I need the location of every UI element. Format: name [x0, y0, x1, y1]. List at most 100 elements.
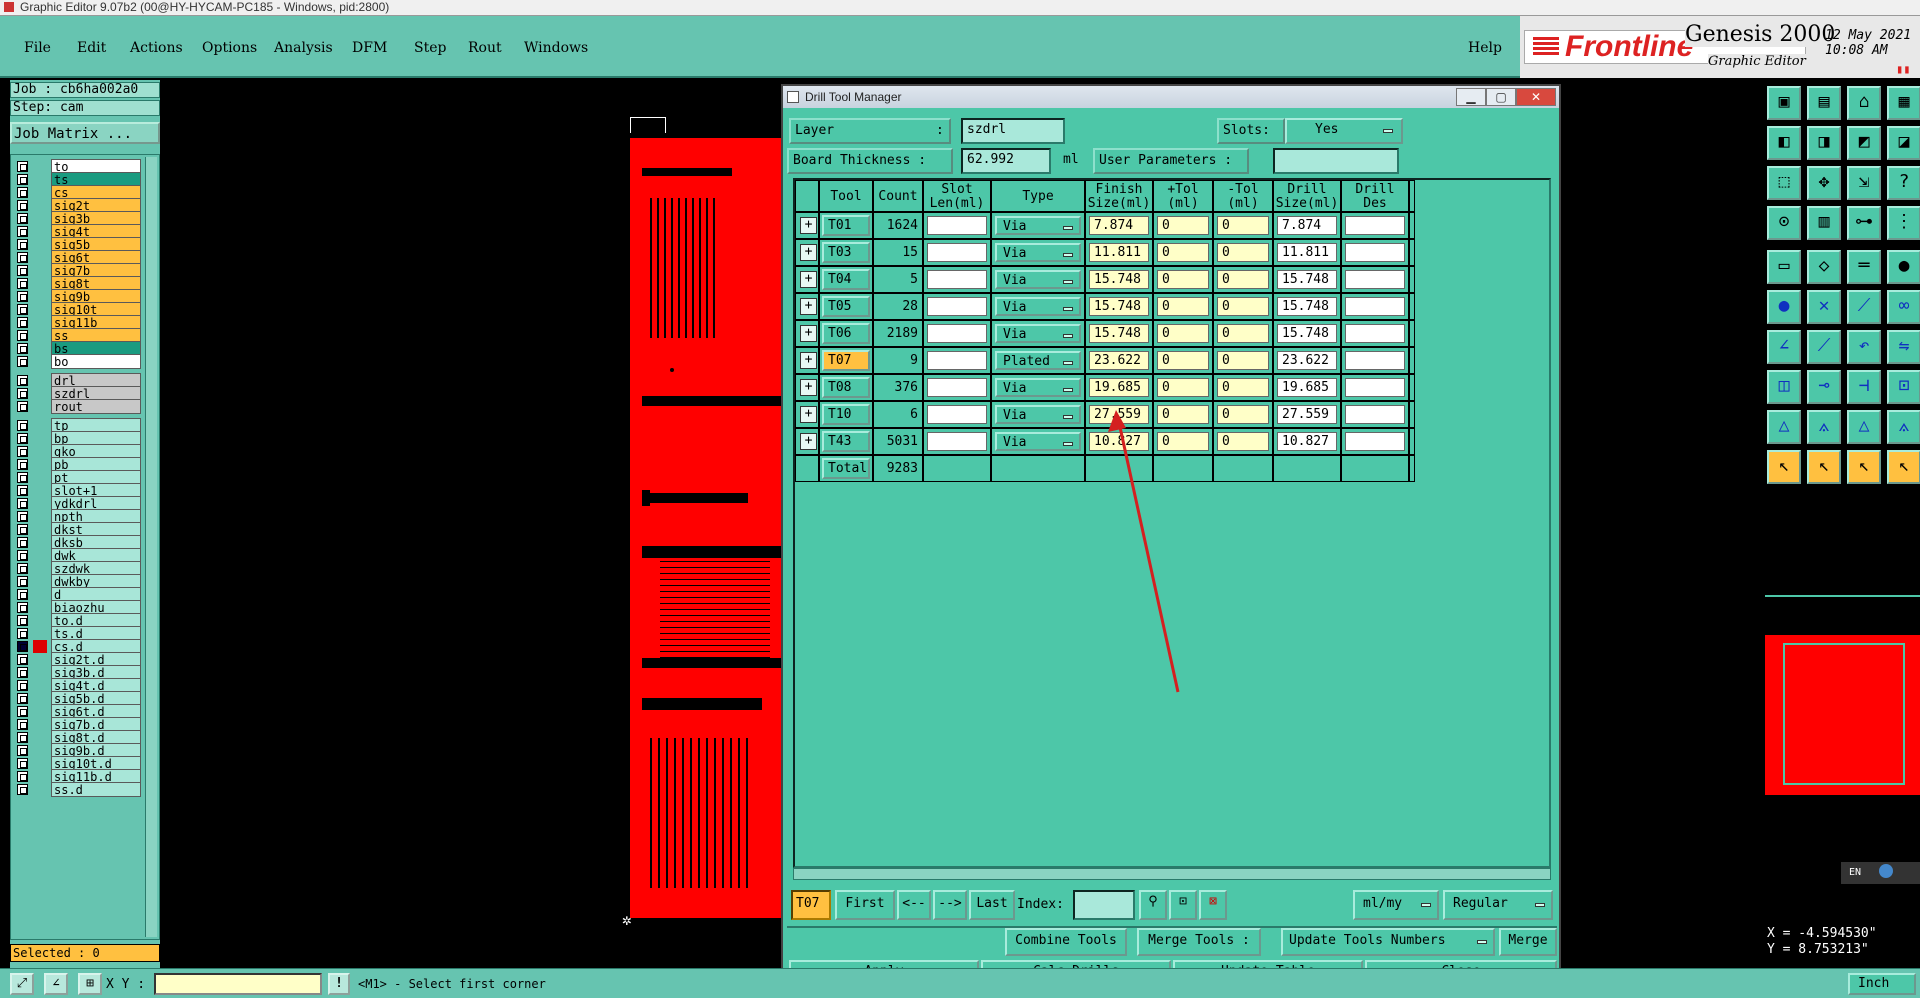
- drill-field[interactable]: 27.559: [1277, 405, 1337, 424]
- menu-edit[interactable]: Edit: [77, 40, 106, 56]
- layer-checkbox[interactable]: [17, 602, 28, 613]
- des-field[interactable]: [1345, 270, 1405, 289]
- expand-icon[interactable]: +: [800, 406, 817, 423]
- layer-checkbox[interactable]: [17, 433, 28, 444]
- arrow-icon[interactable]: ⟑: [1887, 410, 1920, 444]
- tool-name-button[interactable]: T05: [822, 296, 870, 317]
- drill-field[interactable]: 15.748: [1277, 297, 1337, 316]
- ptol-field[interactable]: 0: [1157, 243, 1209, 262]
- type-dropdown[interactable]: Via: [995, 378, 1081, 397]
- settings-icon[interactable]: ▦: [1887, 86, 1920, 120]
- layer-checkbox[interactable]: [17, 161, 28, 172]
- table-horizontal-scrollbar[interactable]: [793, 868, 1551, 880]
- layer-checkbox[interactable]: [17, 213, 28, 224]
- layer-checkbox[interactable]: [17, 628, 28, 639]
- layer-row[interactable]: ss.d: [13, 782, 141, 797]
- tool-name-button[interactable]: T03: [822, 242, 870, 263]
- ntol-field[interactable]: 0: [1217, 324, 1269, 343]
- layer-checkbox[interactable]: [17, 187, 28, 198]
- job-matrix-button[interactable]: Job Matrix ...: [10, 122, 160, 144]
- layer-checkbox[interactable]: [17, 200, 28, 211]
- ntol-field[interactable]: 0: [1217, 297, 1269, 316]
- expand-icon[interactable]: +: [800, 379, 817, 396]
- layer-checkbox[interactable]: [17, 498, 28, 509]
- slot-field[interactable]: [927, 324, 987, 343]
- expand-icon[interactable]: +: [800, 433, 817, 450]
- des-field[interactable]: [1345, 351, 1405, 370]
- next-button[interactable]: -->: [933, 890, 967, 920]
- save-icon[interactable]: ▣: [1767, 86, 1801, 120]
- dialog-title-bar[interactable]: Drill Tool Manager ▁ ▢ ✕: [783, 86, 1559, 108]
- ntol-field[interactable]: 0: [1217, 216, 1269, 235]
- measure-icon[interactable]: ∠: [44, 973, 68, 995]
- link-icon[interactable]: ∞: [1887, 290, 1920, 324]
- layer-checkbox[interactable]: [17, 317, 28, 328]
- layer-checkbox[interactable]: [17, 563, 28, 574]
- layer-checkbox[interactable]: [17, 706, 28, 717]
- prev-button[interactable]: <--: [897, 890, 931, 920]
- layer-name[interactable]: ss.d: [51, 782, 141, 797]
- diag-icon[interactable]: ⟋: [1807, 330, 1841, 364]
- des-field[interactable]: [1345, 378, 1405, 397]
- slot-field[interactable]: [927, 216, 987, 235]
- menu-file[interactable]: File: [24, 40, 51, 56]
- layer-checkbox[interactable]: [17, 472, 28, 483]
- layer-checkbox[interactable]: [17, 511, 28, 522]
- layer-checkbox[interactable]: [17, 784, 28, 795]
- expand-icon[interactable]: +: [800, 271, 817, 288]
- drill-field[interactable]: 15.748: [1277, 270, 1337, 289]
- view-icon[interactable]: ⊙: [1767, 206, 1801, 240]
- triangle-icon[interactable]: △: [1847, 410, 1881, 444]
- layer-checkbox[interactable]: [17, 654, 28, 665]
- layer-checkbox[interactable]: [17, 304, 28, 315]
- drill-field[interactable]: 23.622: [1277, 351, 1337, 370]
- mark-icon[interactable]: ◫: [1767, 370, 1801, 404]
- slot-field[interactable]: [927, 243, 987, 262]
- layer-checkbox[interactable]: [17, 174, 28, 185]
- layer-checkbox[interactable]: [17, 615, 28, 626]
- layer-checkbox[interactable]: [17, 265, 28, 276]
- warn-icon[interactable]: △: [1767, 410, 1801, 444]
- layer-checkbox[interactable]: [17, 771, 28, 782]
- pad-icon[interactable]: ●: [1887, 250, 1920, 284]
- ptol-field[interactable]: 0: [1157, 351, 1209, 370]
- connect-icon[interactable]: ●: [1767, 290, 1801, 324]
- help-icon[interactable]: ?: [1887, 166, 1920, 200]
- home-icon[interactable]: ⌂: [1847, 86, 1881, 120]
- mode-dropdown[interactable]: Regular: [1443, 890, 1553, 920]
- combine-tools-button[interactable]: Combine Tools: [1005, 928, 1127, 956]
- ptol-field[interactable]: 0: [1157, 270, 1209, 289]
- des-field[interactable]: [1345, 216, 1405, 235]
- tool-name-button[interactable]: T04: [822, 269, 870, 290]
- type-dropdown[interactable]: Via: [995, 405, 1081, 424]
- grid-icon[interactable]: ⊞: [78, 973, 102, 995]
- user-parameters-field[interactable]: [1273, 148, 1399, 174]
- merge-button[interactable]: Merge: [1499, 928, 1557, 956]
- layer-checkbox[interactable]: [17, 719, 28, 730]
- ntol-field[interactable]: 0: [1217, 243, 1269, 262]
- language-bar[interactable]: EN: [1841, 862, 1920, 884]
- undo-icon[interactable]: ◧: [1767, 126, 1801, 160]
- pointer-icon[interactable]: ↖: [1767, 450, 1801, 484]
- finish-field[interactable]: 23.622: [1089, 351, 1149, 370]
- layer-checkbox[interactable]: [17, 420, 28, 431]
- type-dropdown[interactable]: Plated: [995, 351, 1081, 370]
- layer-checkbox[interactable]: [17, 278, 28, 289]
- edit-icon[interactable]: ↖: [1807, 450, 1841, 484]
- zoom-icon[interactable]: ⤢: [10, 973, 34, 995]
- menu-dfm[interactable]: DFM: [352, 40, 387, 56]
- expand-icon[interactable]: +: [800, 244, 817, 261]
- units-toggle[interactable]: Inch: [1848, 973, 1916, 995]
- menu-analysis[interactable]: Analysis: [274, 40, 333, 56]
- ruler-icon[interactable]: ═: [1847, 250, 1881, 284]
- check-icon[interactable]: ⟑: [1807, 410, 1841, 444]
- layer-checkbox[interactable]: [17, 589, 28, 600]
- mini-map[interactable]: [1765, 635, 1920, 795]
- layer-checkbox[interactable]: [17, 252, 28, 263]
- menu-rout[interactable]: Rout: [468, 40, 502, 56]
- layer-name[interactable]: rout: [51, 399, 141, 414]
- measure-icon[interactable]: ⊣: [1847, 370, 1881, 404]
- menu-actions[interactable]: Actions: [130, 40, 183, 56]
- fit-icon[interactable]: ⬚: [1767, 166, 1801, 200]
- layer-checkbox[interactable]: [17, 375, 28, 386]
